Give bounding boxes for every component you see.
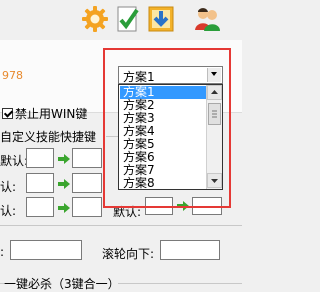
- download-icon[interactable]: [146, 4, 176, 34]
- row-label-confirm: 认:: [0, 204, 17, 218]
- disable-win-label: 禁止用WIN键: [15, 107, 88, 121]
- disable-win-checkbox[interactable]: [2, 108, 13, 119]
- key-input[interactable]: [72, 173, 102, 193]
- row-label-confirm: 认:: [0, 180, 17, 194]
- key-input[interactable]: [26, 148, 54, 168]
- one-key-kill-label: 一键必杀（3键合一）: [4, 277, 120, 291]
- users-icon[interactable]: [192, 4, 222, 34]
- key-input[interactable]: [26, 197, 54, 217]
- key-input[interactable]: [72, 197, 102, 217]
- group-separator: [118, 283, 242, 284]
- number-text: 978: [2, 69, 23, 82]
- key-input[interactable]: [72, 148, 102, 168]
- row-label-default: 默认:: [0, 154, 29, 168]
- gear-icon[interactable]: [80, 4, 110, 34]
- highlight-box: [103, 48, 231, 208]
- key-input[interactable]: [160, 240, 220, 260]
- key-input[interactable]: [26, 173, 54, 193]
- colon-label: :: [0, 245, 5, 259]
- document-check-icon[interactable]: [112, 4, 142, 34]
- key-input[interactable]: [10, 240, 82, 260]
- arrow-right-icon: [58, 202, 70, 213]
- wheel-down-label: 滚轮向下:: [102, 247, 155, 261]
- section-divider: [0, 225, 242, 226]
- arrow-right-icon: [58, 153, 70, 164]
- arrow-right-icon: [58, 178, 70, 189]
- custom-skill-header: 自定义技能快捷键: [0, 130, 97, 144]
